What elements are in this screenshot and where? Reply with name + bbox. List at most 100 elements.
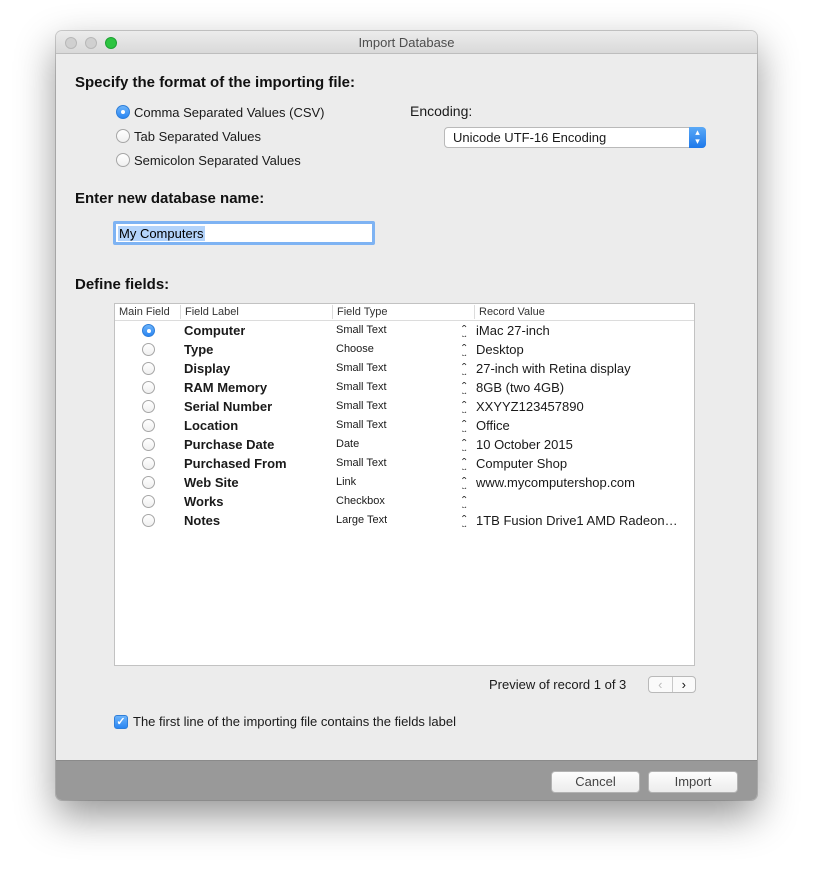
main-field-radio-cell[interactable] bbox=[142, 362, 155, 375]
column-header-field-label[interactable]: Field Label bbox=[180, 305, 332, 319]
title-bar: Import Database bbox=[56, 31, 757, 54]
main-field-radio-cell[interactable] bbox=[142, 476, 155, 489]
field-label[interactable]: Display bbox=[184, 359, 230, 378]
main-field-radio-cell[interactable] bbox=[142, 514, 155, 527]
table-row[interactable]: Location Small Text ⌃ ⌄ Office bbox=[115, 416, 694, 435]
window-title: Import Database bbox=[358, 35, 455, 50]
up-down-chevron-icon[interactable]: ⌃ ⌄ bbox=[460, 515, 468, 527]
main-field-radio[interactable] bbox=[142, 495, 155, 508]
table-row[interactable]: Works Checkbox ⌃ ⌄ bbox=[115, 492, 694, 511]
field-type[interactable]: Small Text bbox=[336, 416, 387, 435]
up-down-chevron-icon[interactable]: ⌃ ⌄ bbox=[460, 382, 468, 394]
column-header-field-type[interactable]: Field Type bbox=[332, 305, 474, 319]
main-field-radio-cell[interactable] bbox=[142, 324, 155, 337]
field-label[interactable]: Web Site bbox=[184, 473, 239, 492]
record-value: 27-inch with Retina display bbox=[476, 361, 631, 376]
record-value: 10 October 2015 bbox=[476, 437, 573, 452]
column-header-main-field[interactable]: Main Field bbox=[115, 305, 180, 319]
table-row[interactable]: Purchased From Small Text ⌃ ⌄ Computer Shop bbox=[115, 454, 694, 473]
up-down-chevron-icon[interactable]: ⌃ ⌄ bbox=[460, 344, 468, 356]
encoding-value: Unicode UTF-16 Encoding bbox=[453, 130, 607, 145]
record-value: Desktop bbox=[476, 342, 524, 357]
table-row[interactable]: Web Site Link ⌃ ⌄ www.mycomputershop.com bbox=[115, 473, 694, 492]
field-label[interactable]: Computer bbox=[184, 321, 245, 340]
checkmark-icon[interactable]: ✓ bbox=[114, 714, 128, 729]
up-down-chevron-icon[interactable]: ▴ ▾ bbox=[689, 127, 706, 148]
main-field-radio-cell[interactable] bbox=[142, 495, 155, 508]
format-option-semicolon[interactable]: Semicolon Separated Values bbox=[116, 151, 301, 169]
table-row[interactable]: Notes Large Text ⌃ ⌄ 1TB Fusion Drive1 AMD R… bbox=[115, 511, 694, 530]
format-option-tab[interactable]: Tab Separated Values bbox=[116, 127, 261, 145]
up-down-chevron-icon[interactable]: ⌃ ⌄ bbox=[460, 458, 468, 470]
record-value: Office bbox=[476, 418, 510, 433]
main-field-radio-cell[interactable] bbox=[142, 381, 155, 394]
field-label[interactable]: Purchased From bbox=[184, 454, 287, 473]
table-row[interactable]: Purchase Date Date ⌃ ⌄ 10 October 2015 bbox=[115, 435, 694, 454]
up-down-chevron-icon[interactable]: ⌃ ⌄ bbox=[460, 363, 468, 375]
main-field-radio[interactable] bbox=[142, 457, 155, 470]
field-type[interactable]: Link bbox=[336, 473, 356, 492]
previous-record-button[interactable]: ‹ bbox=[649, 677, 673, 692]
field-type[interactable]: Choose bbox=[336, 340, 374, 359]
field-type[interactable]: Small Text bbox=[336, 378, 387, 397]
field-label[interactable]: Purchase Date bbox=[184, 435, 274, 454]
main-field-radio-cell[interactable] bbox=[142, 438, 155, 451]
main-field-radio-cell[interactable] bbox=[142, 419, 155, 432]
main-field-radio-cell[interactable] bbox=[142, 400, 155, 413]
table-row[interactable]: Computer Small Text ⌃ ⌄ iMac 27-inch bbox=[115, 321, 694, 340]
main-field-radio[interactable] bbox=[142, 514, 155, 527]
record-value bbox=[476, 492, 691, 511]
field-type[interactable]: Small Text bbox=[336, 454, 387, 473]
up-down-chevron-icon[interactable]: ⌃ ⌄ bbox=[460, 439, 468, 451]
format-option-label: Tab Separated Values bbox=[134, 128, 261, 144]
field-type[interactable]: Checkbox bbox=[336, 492, 385, 511]
format-option-csv[interactable]: Comma Separated Values (CSV) bbox=[116, 103, 325, 121]
radio-button-selected[interactable] bbox=[116, 105, 130, 119]
main-field-radio[interactable] bbox=[142, 362, 155, 375]
field-label[interactable]: Type bbox=[184, 340, 213, 359]
cancel-button[interactable]: Cancel bbox=[551, 771, 640, 793]
preview-text: Preview of record 1 of 3 bbox=[489, 677, 627, 692]
radio-button[interactable] bbox=[116, 129, 130, 143]
field-type[interactable]: Large Text bbox=[336, 511, 387, 530]
encoding-select[interactable]: Unicode UTF-16 Encoding ▴ ▾ bbox=[444, 127, 706, 148]
table-row[interactable]: Type Choose ⌃ ⌄ Desktop bbox=[115, 340, 694, 359]
field-label[interactable]: Serial Number bbox=[184, 397, 272, 416]
main-field-radio[interactable] bbox=[142, 438, 155, 451]
next-record-button[interactable]: › bbox=[673, 677, 696, 692]
database-name-input[interactable]: My Computers bbox=[113, 221, 375, 245]
field-label[interactable]: Notes bbox=[184, 511, 220, 530]
main-field-radio[interactable] bbox=[142, 400, 155, 413]
import-database-dialog: Import Database Specify the format of th… bbox=[56, 31, 757, 800]
main-field-radio[interactable] bbox=[142, 476, 155, 489]
table-row[interactable]: Display Small Text ⌃ ⌄ 27-inch with Retina d… bbox=[115, 359, 694, 378]
fields-table[interactable]: Main Field Field Label Field Type Record… bbox=[114, 303, 695, 666]
field-label[interactable]: RAM Memory bbox=[184, 378, 267, 397]
up-down-chevron-icon[interactable]: ⌃ ⌄ bbox=[460, 496, 468, 508]
main-field-radio-cell[interactable] bbox=[142, 343, 155, 356]
field-label[interactable]: Location bbox=[184, 416, 238, 435]
database-name-heading: Enter new database name: bbox=[75, 190, 265, 207]
table-row[interactable]: Serial Number Small Text ⌃ ⌄ XXYYZ123457890 bbox=[115, 397, 694, 416]
record-value: Computer Shop bbox=[476, 456, 568, 471]
first-line-labels-option[interactable]: ✓ The first line of the importing file c… bbox=[114, 714, 456, 729]
field-label[interactable]: Works bbox=[184, 492, 224, 511]
main-field-radio-cell[interactable] bbox=[142, 457, 155, 470]
main-field-radio[interactable] bbox=[142, 381, 155, 394]
field-type[interactable]: Small Text bbox=[336, 397, 387, 416]
main-field-radio[interactable] bbox=[142, 419, 155, 432]
field-type[interactable]: Small Text bbox=[336, 359, 387, 378]
up-down-chevron-icon[interactable]: ⌃ ⌄ bbox=[460, 477, 468, 489]
table-row[interactable]: RAM Memory Small Text ⌃ ⌄ 8GB (two 4GB) bbox=[115, 378, 694, 397]
main-field-radio[interactable] bbox=[142, 324, 155, 337]
up-down-chevron-icon[interactable]: ⌃ ⌄ bbox=[460, 325, 468, 337]
field-type[interactable]: Small Text bbox=[336, 321, 387, 340]
radio-button[interactable] bbox=[116, 153, 130, 167]
field-type[interactable]: Date bbox=[336, 435, 359, 454]
up-down-chevron-icon[interactable]: ⌃ ⌄ bbox=[460, 420, 468, 432]
main-field-radio[interactable] bbox=[142, 343, 155, 356]
import-button[interactable]: Import bbox=[648, 771, 738, 793]
define-fields-heading: Define fields: bbox=[75, 276, 170, 293]
up-down-chevron-icon[interactable]: ⌃ ⌄ bbox=[460, 401, 468, 413]
column-header-record-value[interactable]: Record Value bbox=[474, 305, 694, 319]
